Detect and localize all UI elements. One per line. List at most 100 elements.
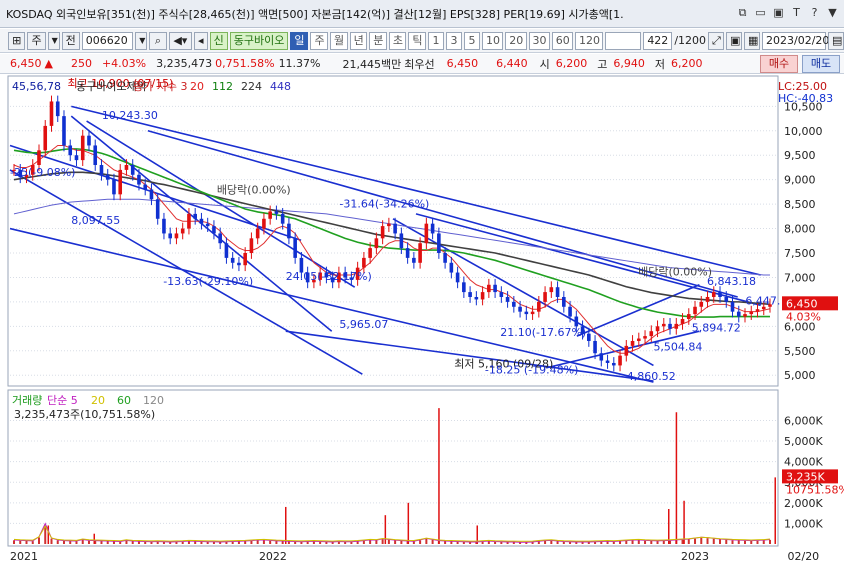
best-quote-label: 최우선 — [404, 57, 435, 71]
date-picker-icon[interactable]: ▤ — [828, 31, 844, 50]
date-input[interactable]: 2023/02/20 — [762, 31, 829, 50]
candle-body — [193, 213, 197, 219]
x-axis-label: 2023 — [681, 550, 709, 563]
candle-body — [68, 145, 73, 156]
candle-body — [530, 311, 535, 315]
candle-body — [599, 353, 604, 361]
credit-tag: 신 — [209, 31, 228, 50]
grid-icon[interactable]: ⊞ — [8, 31, 26, 50]
current-volume-rate: 10751.58% — [786, 483, 844, 496]
code-dropdown-icon[interactable]: ▼ — [135, 31, 148, 50]
minute-10[interactable]: 10 — [482, 31, 504, 50]
restore-icon[interactable]: ⧉ — [735, 5, 750, 21]
candle-body — [87, 135, 91, 146]
period-month[interactable]: 월 — [330, 31, 348, 50]
candle-body — [268, 211, 272, 219]
candle-body — [718, 292, 722, 297]
minute-30[interactable]: 30 — [528, 31, 550, 50]
period-minute[interactable]: 분 — [369, 31, 387, 50]
current-volume-tag: 3,235K — [786, 470, 825, 483]
candle-body — [711, 292, 716, 297]
close-icon[interactable]: ▼ — [825, 5, 840, 21]
mode-select[interactable]: 주 — [27, 31, 46, 50]
candle-body — [418, 243, 422, 263]
price-axis-label: 5,500 — [784, 345, 816, 358]
price-change: 250 — [70, 57, 92, 70]
zoom-icon[interactable]: ⤢ — [708, 31, 725, 50]
candle-body — [430, 223, 435, 234]
candle-body — [493, 284, 497, 293]
mode-dropdown-icon[interactable]: ▼ — [47, 31, 60, 50]
candle-body — [380, 226, 385, 239]
candle-body — [274, 211, 279, 214]
minute-3[interactable]: 3 — [446, 31, 463, 50]
candle-body — [55, 101, 60, 117]
chart-annotation: -13.63(-29.10%) — [163, 275, 253, 288]
candle-body — [755, 309, 760, 312]
candle-body — [168, 233, 172, 239]
market-select[interactable]: 전 — [61, 31, 80, 50]
minimize-icon[interactable]: ▭ — [753, 5, 768, 21]
text-icon[interactable]: T — [789, 5, 804, 21]
x-axis-label: 2022 — [259, 550, 287, 563]
title-bar: KOSDAQ 외국인보유[351(천)] 주식수[28,465(천)] 액면[5… — [0, 0, 844, 28]
candle-body — [112, 179, 116, 195]
candle-body — [243, 252, 247, 266]
chart-annotation: 5,965.07 — [339, 318, 388, 331]
trade-amount: 21,445백만 — [342, 57, 402, 71]
candle-body — [618, 355, 622, 366]
current-price: 6,450 — [10, 57, 42, 70]
hc-label: HC:-40.83 — [778, 92, 833, 105]
candle-body — [518, 306, 522, 312]
help-icon[interactable]: ? — [807, 5, 822, 21]
price-legend-item: 448 — [270, 80, 291, 93]
candle-body — [524, 311, 529, 315]
candle-body — [262, 218, 266, 229]
candle-body — [174, 233, 179, 239]
prev-icon[interactable]: ◂ — [193, 31, 208, 50]
buy-button[interactable]: 매수 — [760, 55, 798, 73]
candle-body — [49, 101, 54, 126]
candle-body — [130, 165, 135, 175]
candle-body — [686, 314, 691, 319]
price-axis-label: 8,500 — [784, 198, 816, 211]
candle-body — [199, 218, 204, 224]
minute-20[interactable]: 20 — [505, 31, 527, 50]
candle-body — [287, 223, 291, 239]
minute-60[interactable]: 60 — [551, 31, 574, 50]
calendar-icon[interactable]: ▦ — [744, 31, 761, 50]
candle-body — [537, 301, 541, 312]
count-input[interactable]: 422 — [643, 31, 673, 50]
sell-button[interactable]: 매도 — [802, 55, 840, 73]
period-year[interactable]: 년 — [349, 31, 368, 50]
candle-body — [612, 362, 616, 366]
candle-body — [293, 238, 297, 258]
period-second[interactable]: 초 — [388, 31, 407, 50]
turnover-rate: 11.37% — [278, 57, 321, 70]
stock-code-input[interactable]: 006620 — [81, 31, 134, 50]
price-axis-label: 8,000 — [784, 223, 816, 236]
candle-body — [474, 296, 479, 300]
stock-chart[interactable]: 최고 10,900 (07/15)10,243.30-25(-9.08%)8,0… — [0, 74, 844, 568]
price-legend-item: 224 — [241, 80, 262, 93]
minute-1[interactable]: 1 — [428, 31, 445, 50]
minute-5[interactable]: 5 — [464, 31, 481, 50]
period-tick[interactable]: 틱 — [408, 31, 427, 50]
minute-120[interactable]: 120 — [575, 31, 603, 50]
price-axis-label: 9,500 — [784, 149, 816, 162]
minute-custom-input[interactable] — [604, 31, 642, 50]
chart-annotation: -18.25 (-19.48%) — [485, 364, 578, 377]
maximize-icon[interactable]: ▣ — [771, 5, 786, 21]
chart-annotation: -25(-9.08%) — [10, 166, 75, 179]
save-icon[interactable]: ▣ — [726, 31, 743, 50]
candle-body — [749, 311, 754, 315]
speaker-icon[interactable]: ◀▾ — [168, 31, 192, 50]
search-icon[interactable]: ⌕ — [149, 31, 167, 50]
period-day[interactable]: 일 — [290, 31, 309, 50]
candle-body — [587, 333, 591, 341]
candle-body — [449, 262, 454, 273]
candle-body — [105, 174, 110, 180]
candle-body — [568, 306, 572, 317]
volume-axis-label: 4,000K — [784, 456, 823, 469]
period-week[interactable]: 주 — [310, 31, 329, 50]
